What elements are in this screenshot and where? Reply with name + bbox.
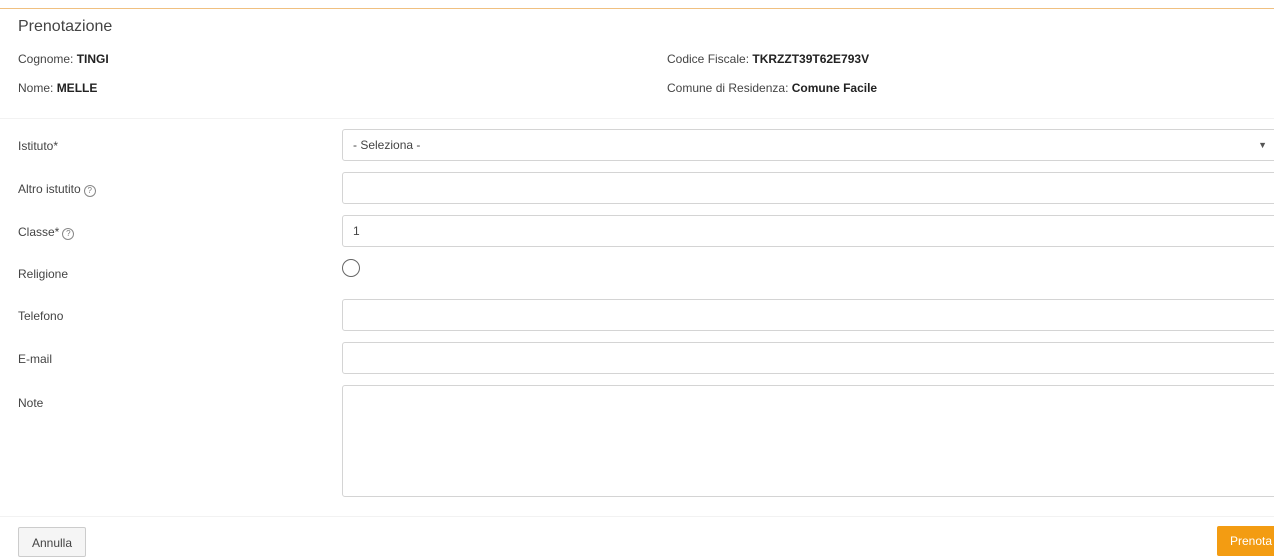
email-input[interactable]: [342, 342, 1274, 374]
comune-value: Comune Facile: [791, 81, 878, 95]
comune-info: Comune di Residenza: Comune Facile: [667, 81, 877, 95]
divider: [0, 118, 1274, 119]
istituto-label: Istituto*: [18, 139, 59, 153]
note-textarea[interactable]: [342, 385, 1274, 497]
nome-label: Nome:: [18, 81, 54, 95]
email-label: E-mail: [18, 352, 53, 366]
comune-label: Comune di Residenza:: [667, 81, 789, 95]
classe-label-wrap: Classe*?: [18, 225, 75, 240]
footer-divider: [0, 516, 1274, 517]
codice-fiscale-label: Codice Fiscale:: [667, 52, 750, 66]
submit-button[interactable]: Prenota: [1217, 526, 1274, 556]
codice-fiscale-value: TKRZZT39T62E793V: [752, 52, 870, 66]
cognome-value: TINGI: [76, 52, 109, 66]
istituto-select[interactable]: - Seleziona - ▼: [342, 129, 1274, 161]
classe-input[interactable]: 1: [342, 215, 1274, 247]
classe-label: Classe*: [18, 225, 60, 239]
nome-info: Nome: MELLE: [18, 81, 97, 95]
altro-istituto-input[interactable]: [342, 172, 1274, 204]
altro-istituto-label: Altro istutito: [18, 182, 81, 196]
telefono-label: Telefono: [18, 309, 64, 323]
page-title: Prenotazione: [18, 18, 113, 35]
help-circle-icon[interactable]: ?: [62, 228, 75, 240]
cancel-button[interactable]: Annulla: [18, 527, 86, 557]
codice-fiscale-info: Codice Fiscale: TKRZZT39T62E793V: [667, 52, 869, 66]
help-circle-icon[interactable]: ?: [83, 185, 96, 197]
religione-label: Religione: [18, 267, 69, 281]
cognome-label: Cognome:: [18, 52, 74, 66]
chevron-down-icon: ▼: [1258, 140, 1267, 150]
panel-top-border: [0, 8, 1274, 9]
cognome-info: Cognome: TINGI: [18, 52, 109, 66]
istituto-selected-value: - Seleziona -: [353, 138, 421, 152]
classe-value: 1: [353, 224, 360, 238]
nome-value: MELLE: [56, 81, 98, 95]
altro-istituto-label-wrap: Altro istutito?: [18, 182, 96, 197]
religione-radio[interactable]: [342, 259, 360, 277]
telefono-input[interactable]: [342, 299, 1274, 331]
note-label: Note: [18, 396, 44, 410]
